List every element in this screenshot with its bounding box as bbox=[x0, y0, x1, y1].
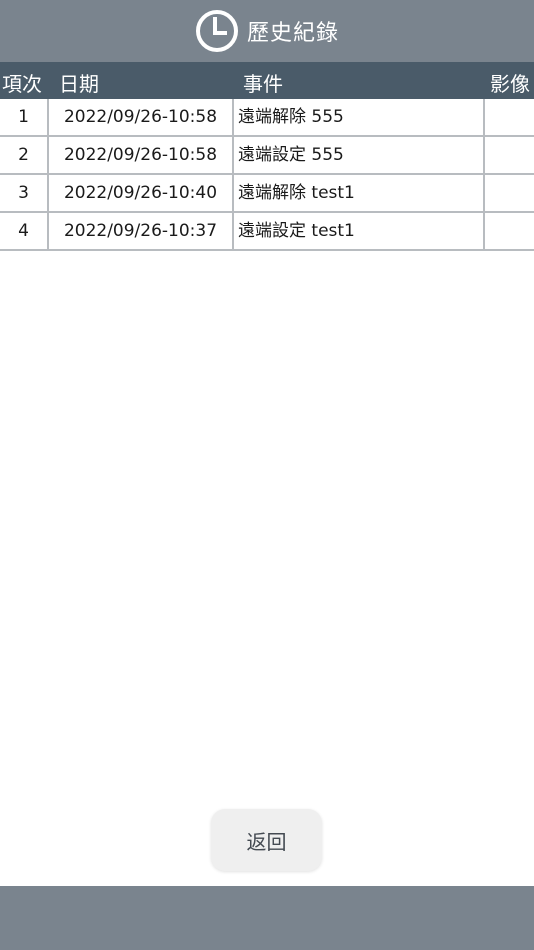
column-header-image: 影像 bbox=[490, 72, 530, 96]
cell-date: 2022/09/26-10:58 bbox=[49, 137, 234, 173]
cell-event: 遠端設定 test1 bbox=[234, 213, 485, 249]
cell-date: 2022/09/26-10:58 bbox=[49, 99, 234, 135]
table-row[interactable]: 2 2022/09/26-10:58 遠端設定 555 bbox=[0, 137, 534, 175]
cell-date: 2022/09/26-10:40 bbox=[49, 175, 234, 211]
cell-no: 2 bbox=[0, 137, 49, 173]
back-button[interactable]: 返回 bbox=[211, 809, 322, 871]
cell-event: 遠端設定 555 bbox=[234, 137, 485, 173]
column-header-event: 事件 bbox=[243, 72, 283, 96]
clock-icon bbox=[195, 10, 238, 52]
cell-no: 4 bbox=[0, 213, 49, 249]
table-header: 項次 日期 事件 影像 bbox=[0, 62, 534, 99]
cell-image[interactable] bbox=[485, 175, 534, 211]
table-row[interactable]: 4 2022/09/26-10:37 遠端設定 test1 bbox=[0, 213, 534, 251]
title-group: 歷史紀錄 bbox=[195, 9, 339, 53]
cell-event: 遠端解除 test1 bbox=[234, 175, 485, 211]
cell-no: 3 bbox=[0, 175, 49, 211]
column-header-no: 項次 bbox=[2, 72, 42, 96]
column-header-date: 日期 bbox=[59, 72, 99, 96]
title-bar: 歷史紀錄 bbox=[0, 0, 534, 62]
history-table: 1 2022/09/26-10:58 遠端解除 555 2 2022/09/26… bbox=[0, 99, 534, 251]
cell-event: 遠端解除 555 bbox=[234, 99, 485, 135]
cell-no: 1 bbox=[0, 99, 49, 135]
cell-image[interactable] bbox=[485, 99, 534, 135]
cell-image[interactable] bbox=[485, 137, 534, 173]
cell-date: 2022/09/26-10:37 bbox=[49, 213, 234, 249]
cell-image[interactable] bbox=[485, 213, 534, 249]
bottom-bar bbox=[0, 886, 534, 950]
page-title: 歷史紀錄 bbox=[246, 21, 339, 46]
table-row[interactable]: 1 2022/09/26-10:58 遠端解除 555 bbox=[0, 99, 534, 137]
table-row[interactable]: 3 2022/09/26-10:40 遠端解除 test1 bbox=[0, 175, 534, 213]
